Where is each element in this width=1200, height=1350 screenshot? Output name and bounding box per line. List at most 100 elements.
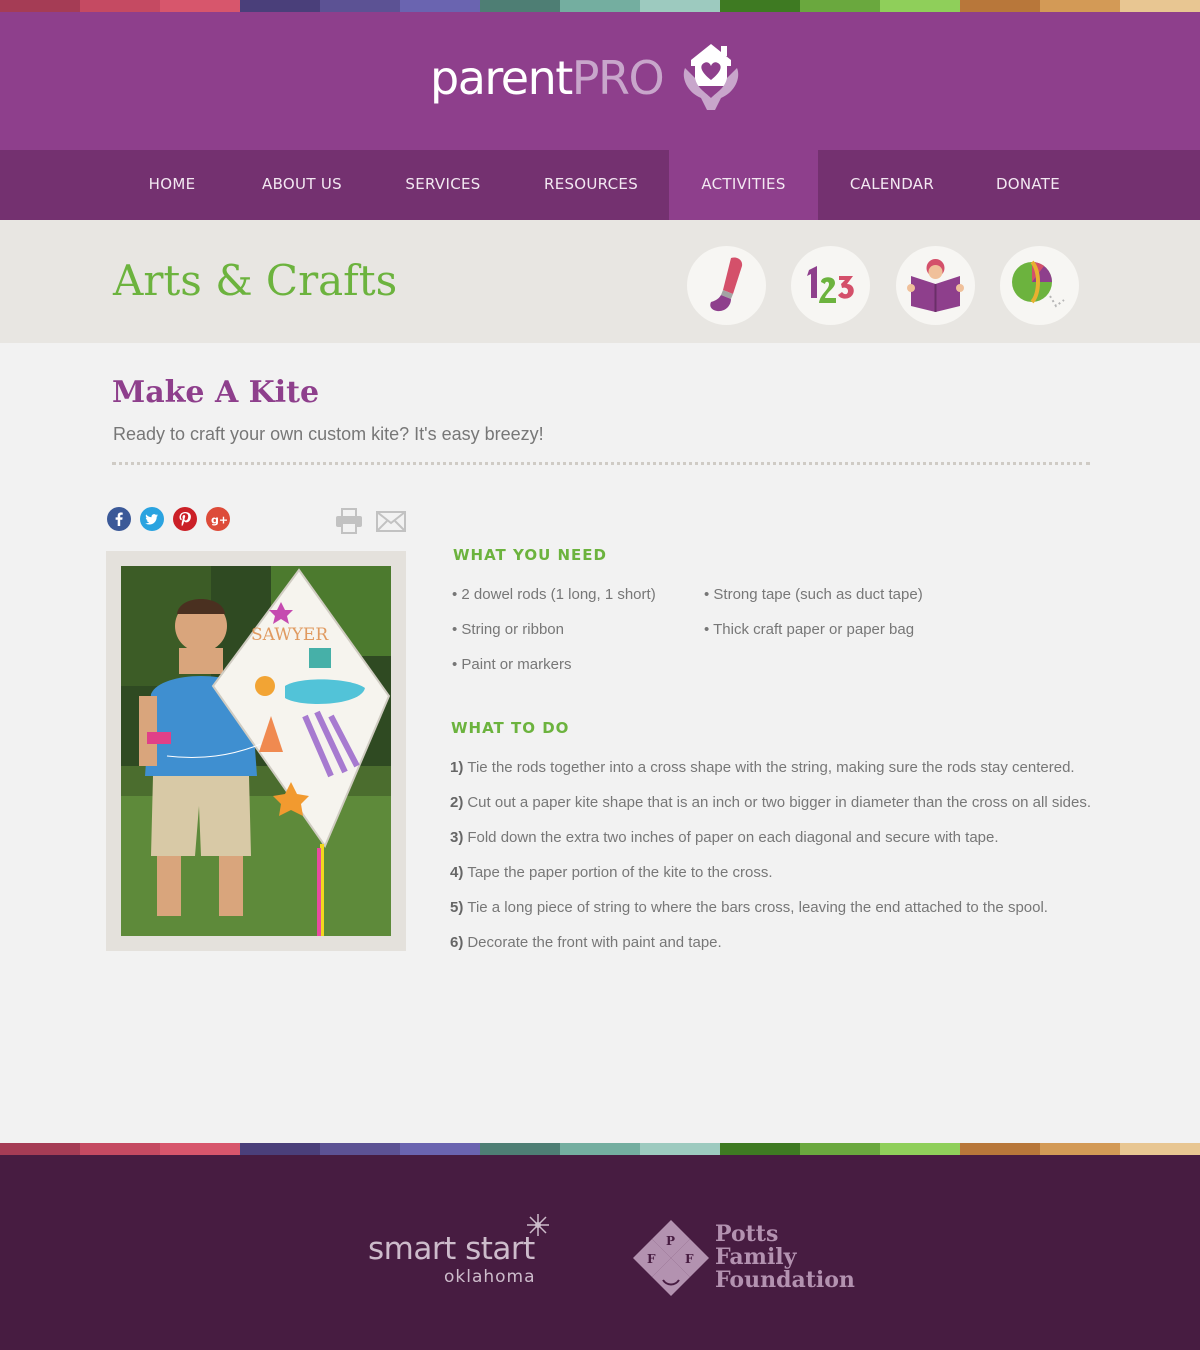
stripe-segment (880, 1143, 960, 1155)
nav-item-resources[interactable]: RESOURCES (524, 150, 658, 220)
stripe-segment (480, 0, 560, 12)
stripe-segment (640, 0, 720, 12)
house-heart-hands-icon (683, 44, 739, 110)
ball-icon[interactable] (1000, 246, 1079, 325)
parentpro-logo[interactable]: parentPRO (430, 38, 751, 118)
stripe-segment (560, 1143, 640, 1155)
stripe-segment (720, 1143, 800, 1155)
step-number: 2) (450, 794, 464, 811)
top-color-stripe (0, 0, 1200, 12)
stripe-segment (960, 1143, 1040, 1155)
need-item: • 2 dowel rods (1 long, 1 short) (452, 586, 656, 603)
pff-text-line: Foundation (715, 1267, 855, 1293)
activity-subtitle: Ready to craft your own custom kite? It'… (113, 424, 544, 444)
oklahoma-text: oklahoma (444, 1267, 536, 1287)
stripe-segment (80, 1143, 160, 1155)
step-number: 6) (450, 934, 464, 951)
site-footer: smart start oklahoma P F F Potts Family … (0, 1155, 1200, 1350)
step-item: 3) Fold down the extra two inches of pape… (450, 829, 999, 846)
stripe-segment (800, 0, 880, 12)
step-item: 4) Tape the paper portion of the kite to … (450, 864, 773, 881)
step-number: 3) (450, 829, 464, 846)
stripe-segment (240, 1143, 320, 1155)
nav-item-home[interactable]: HOME (128, 150, 216, 220)
stripe-segment (480, 1143, 560, 1155)
pff-diamond-emblem: P F F (633, 1220, 709, 1296)
pinterest-icon[interactable] (173, 507, 197, 531)
step-item: 2) Cut out a paper kite shape that is an … (450, 794, 1091, 811)
stripe-segment (560, 0, 640, 12)
step-number: 4) (450, 864, 464, 881)
print-icon[interactable] (334, 508, 364, 534)
smart-start-text: smart start (368, 1231, 535, 1267)
stripe-segment (320, 1143, 400, 1155)
stripe-segment (160, 0, 240, 12)
need-item: • Strong tape (such as duct tape) (704, 586, 923, 603)
need-item: • Paint or markers (452, 656, 572, 673)
svg-text:F: F (647, 1252, 656, 1266)
paintbrush-icon[interactable] (687, 246, 766, 325)
category-banner: Arts & Crafts (0, 220, 1200, 343)
stripe-segment (640, 1143, 720, 1155)
stripe-segment (320, 0, 400, 12)
nav-item-about-us[interactable]: ABOUT US (242, 150, 362, 220)
step-text: Tape the paper portion of the kite to th… (467, 864, 773, 881)
nav-item-calendar[interactable]: CALENDAR (834, 150, 950, 220)
step-text: Cut out a paper kite shape that is an in… (467, 794, 1092, 811)
svg-text:P: P (666, 1234, 675, 1248)
stripe-segment (0, 1143, 80, 1155)
google-plus-icon[interactable]: g+ (206, 507, 230, 531)
kite-name-text: SAWYER (251, 625, 329, 645)
step-number: 5) (450, 899, 464, 916)
step-number: 1) (450, 759, 464, 776)
step-text: Tie a long piece of string to where the … (467, 899, 1048, 916)
stripe-segment (80, 0, 160, 12)
stripe-segment (720, 0, 800, 12)
stripe-segment (240, 0, 320, 12)
stripe-segment (1120, 1143, 1200, 1155)
facebook-icon[interactable] (107, 507, 131, 531)
stripe-segment (0, 0, 80, 12)
svg-text:F: F (685, 1252, 694, 1266)
activity-title: Make A Kite (112, 375, 320, 410)
need-item: • Thick craft paper or paper bag (704, 621, 915, 638)
pff-text-line: Potts (715, 1221, 779, 1247)
pff-text-line: Family (715, 1244, 797, 1270)
site-header: parentPRO (0, 12, 1200, 150)
stripe-segment (1120, 0, 1200, 12)
stripe-segment (160, 1143, 240, 1155)
logo-text-parent: parent (430, 51, 573, 105)
activity-photo-frame: SAWYER (106, 551, 406, 951)
step-item: 5) Tie a long piece of string to where th… (450, 899, 1048, 916)
stripe-segment (400, 1143, 480, 1155)
kite-photo: SAWYER (121, 566, 391, 936)
logo-text-pro: PRO (571, 51, 665, 105)
stripe-segment (1040, 0, 1120, 12)
what-to-do-heading: WHAT TO DO (451, 719, 570, 737)
smart-start-oklahoma-logo[interactable]: smart start oklahoma (368, 1213, 558, 1293)
nav-item-activities[interactable]: ACTIVITIES (669, 150, 818, 227)
stripe-segment (1040, 1143, 1120, 1155)
step-text: Decorate the front with paint and tape. (467, 934, 722, 951)
svg-text:g+: g+ (211, 514, 228, 527)
email-icon[interactable] (376, 511, 406, 532)
step-item: 1) Tie the rods together into a cross sha… (450, 759, 1075, 776)
bottom-color-stripe (0, 1143, 1200, 1155)
potts-family-foundation-logo[interactable]: P F F Potts Family Foundation (633, 1220, 883, 1300)
dotted-divider (112, 462, 1090, 465)
nav-item-services[interactable]: SERVICES (388, 150, 498, 220)
step-text: Tie the rods together into a cross shape… (467, 759, 1075, 776)
step-text: Fold down the extra two inches of paper … (467, 829, 999, 846)
stripe-segment (400, 0, 480, 12)
stripe-segment (800, 1143, 880, 1155)
numbers-123-icon[interactable] (791, 246, 870, 325)
reading-book-icon[interactable] (896, 246, 975, 325)
twitter-icon[interactable] (140, 507, 164, 531)
category-title: Arts & Crafts (113, 256, 398, 305)
main-nav: HOME ABOUT US SERVICES RESOURCES ACTIVIT… (0, 150, 1200, 227)
stripe-segment (880, 0, 960, 12)
stripe-segment (960, 0, 1040, 12)
need-item: • String or ribbon (452, 621, 564, 638)
nav-item-donate[interactable]: DONATE (976, 150, 1080, 220)
what-you-need-heading: WHAT YOU NEED (453, 546, 607, 564)
